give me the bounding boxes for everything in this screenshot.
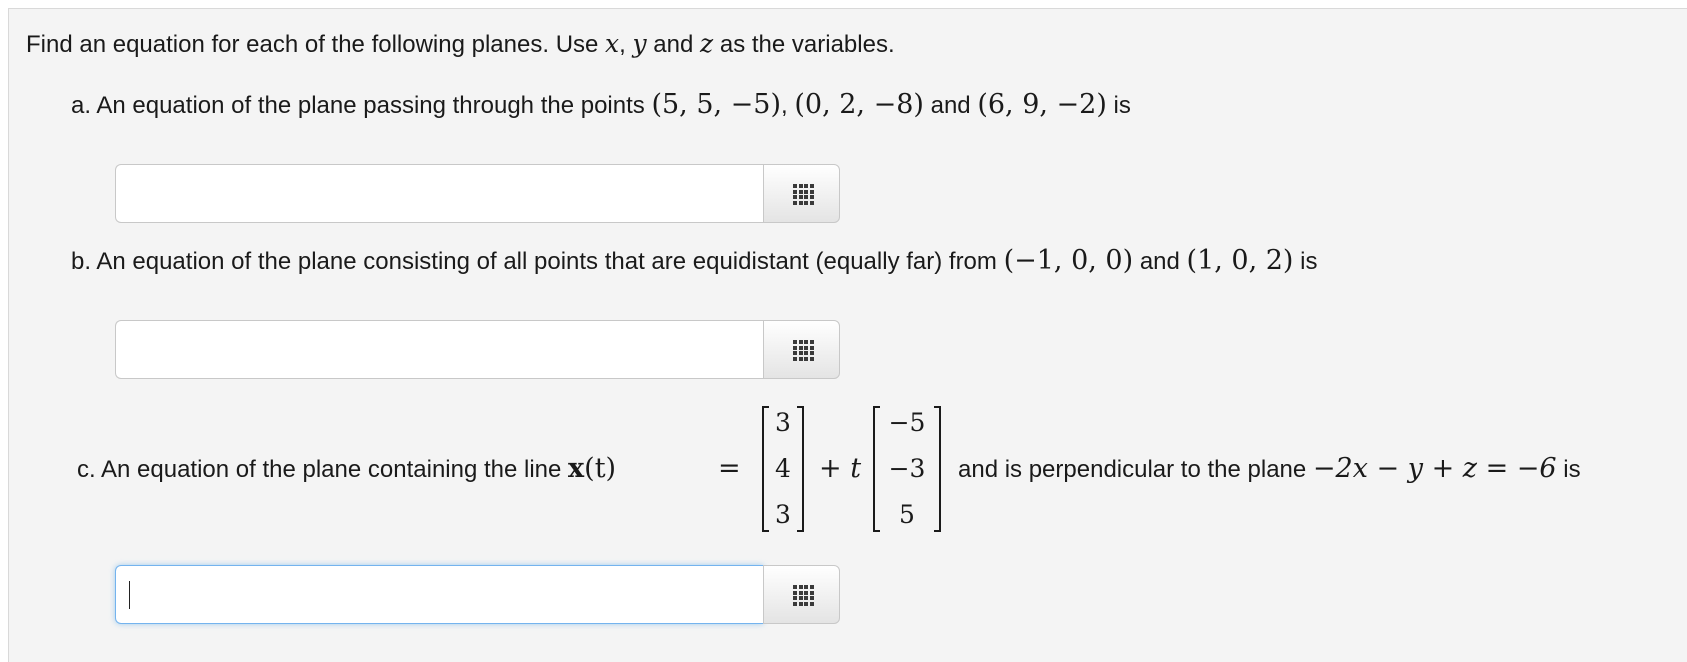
part-a-point-3: (6, 9, −2) bbox=[977, 89, 1107, 120]
point-vector-entry: 3 bbox=[775, 408, 791, 437]
line-function: x(t) bbox=[568, 453, 617, 484]
part-c-answer-input[interactable] bbox=[115, 565, 763, 624]
plane-equation: −2x − y + z = −6 bbox=[1312, 453, 1557, 484]
equals-sign: = bbox=[718, 453, 741, 484]
plus-t-term: + t bbox=[819, 453, 862, 484]
part-b-point-1: (−1, 0, 0) bbox=[1003, 245, 1134, 276]
part-a-point-1: (5, 5, −5) bbox=[651, 89, 782, 120]
part-a-equation-editor-button[interactable] bbox=[763, 164, 840, 223]
part-c-answer-group bbox=[115, 565, 840, 624]
part-c-question-prefix: c. An equation of the plane containing t… bbox=[77, 453, 617, 484]
grid-icon bbox=[793, 585, 815, 607]
grid-icon bbox=[793, 340, 815, 362]
part-c-equation-editor-button[interactable] bbox=[763, 565, 840, 624]
direction-vector-entry: 5 bbox=[899, 500, 915, 529]
direction-vector-entry: −3 bbox=[888, 454, 926, 483]
part-a-question: a. An equation of the plane passing thro… bbox=[71, 89, 1131, 120]
part-a-point-2: (0, 2, −8) bbox=[794, 89, 924, 120]
part-a-answer-input[interactable] bbox=[115, 164, 763, 223]
direction-vector: −5 −3 5 bbox=[873, 406, 941, 532]
grid-icon bbox=[793, 184, 815, 206]
part-b-question: b. An equation of the plane consisting o… bbox=[71, 245, 1318, 276]
part-b-point-2: (1, 0, 2) bbox=[1186, 245, 1294, 276]
part-b-answer-group bbox=[115, 320, 840, 379]
direction-vector-entry: −5 bbox=[888, 408, 926, 437]
part-c-question-suffix: and is perpendicular to the plane −2x − … bbox=[958, 453, 1581, 484]
point-vector-entry: 3 bbox=[775, 500, 791, 529]
part-a-answer-group bbox=[115, 164, 840, 223]
part-b-answer-input[interactable] bbox=[115, 320, 763, 379]
text-cursor bbox=[129, 581, 130, 609]
point-vector-entry: 4 bbox=[775, 454, 791, 483]
instructions-text: Find an equation for each of the followi… bbox=[26, 29, 895, 58]
point-vector: 3 4 3 bbox=[762, 406, 804, 532]
part-b-equation-editor-button[interactable] bbox=[763, 320, 840, 379]
